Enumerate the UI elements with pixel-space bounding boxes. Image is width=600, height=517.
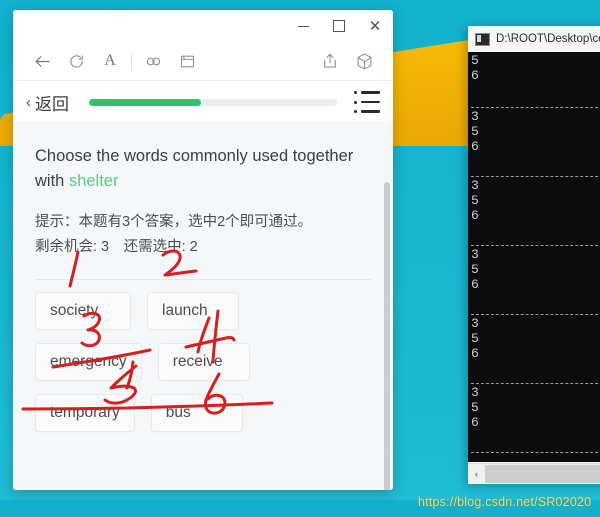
page-content: Choose the words commonly used together … [13, 122, 393, 490]
close-icon: ✕ [368, 17, 382, 35]
menu-row [354, 110, 380, 113]
menu-bar [361, 100, 380, 104]
menu-bar [361, 91, 380, 94]
console-group: 3 5 6 [471, 108, 600, 177]
share-icon[interactable] [313, 46, 347, 76]
console-line: 6 [471, 415, 479, 430]
console-window[interactable]: D:\ROOT\Desktop\code 5 6 3 5 6 3 5 6 3 5… [468, 26, 600, 484]
console-output: 5 6 3 5 6 3 5 6 3 5 6 3 5 6 3 5 6 [468, 52, 600, 462]
maximize-icon [333, 20, 345, 32]
browser-window[interactable]: ✕ A ‹ 返回 Choose the words commonly used … [13, 10, 393, 490]
question-text: Choose the words commonly used together … [35, 144, 371, 194]
question-line-1: Choose the words commonly used together [35, 147, 354, 165]
console-title-text: D:\ROOT\Desktop\code [496, 33, 600, 45]
console-line: 5 [471, 331, 479, 346]
link-icon[interactable] [136, 46, 170, 76]
word-option-society[interactable]: society [35, 291, 131, 330]
console-line: 6 [471, 68, 479, 83]
menu-row [354, 91, 380, 94]
console-line: 5 [471, 193, 479, 208]
word-option-bus[interactable]: bus [150, 393, 243, 432]
console-group: 3 5 6 [471, 384, 600, 453]
menu-dot [354, 110, 357, 113]
hint-line-2: 剩余机会: 3 还需选中: 2 [35, 238, 198, 255]
browser-toolbar[interactable]: A [13, 42, 393, 81]
maximize-button[interactable] [321, 10, 357, 42]
console-line: 5 [471, 124, 479, 139]
question-line-2-prefix: with [35, 171, 69, 190]
console-line: 3 [471, 385, 479, 400]
console-line: 6 [471, 208, 479, 223]
console-line: 6 [471, 346, 479, 361]
console-line: 6 [471, 139, 479, 154]
close-button[interactable]: ✕ [357, 10, 393, 42]
back-icon[interactable] [25, 46, 59, 76]
word-option-receive[interactable]: receive [157, 342, 250, 381]
progress-bar-fill [89, 98, 201, 106]
question-keyword: shelter [68, 171, 119, 190]
word-row: emergency receive [35, 342, 371, 381]
back-link-label: 返回 [35, 94, 69, 114]
browser-titlebar[interactable]: ✕ [13, 10, 393, 42]
word-option-emergency[interactable]: emergency [35, 342, 142, 381]
save-page-icon[interactable] [170, 46, 204, 76]
word-option-launch[interactable]: launch [147, 291, 239, 330]
content-divider [35, 278, 371, 280]
word-row: temporary bus [35, 393, 371, 432]
refresh-icon[interactable] [59, 46, 93, 76]
console-line: 5 [471, 400, 479, 415]
progress-bar [89, 98, 337, 106]
menu-dot [354, 91, 357, 94]
toolbar-divider [131, 52, 132, 70]
console-titlebar[interactable]: D:\ROOT\Desktop\code [468, 26, 600, 52]
scroll-left-arrow-icon[interactable]: ‹ [468, 465, 485, 483]
console-line: 3 [471, 247, 479, 262]
console-line: 6 [471, 277, 479, 292]
console-group: 3 5 6 [471, 246, 600, 315]
word-row: society launch [35, 291, 371, 330]
menu-row [354, 100, 380, 104]
console-horizontal-scrollbar[interactable]: ‹ [468, 463, 600, 484]
page-scrollbar[interactable] [384, 182, 390, 490]
console-group: 5 6 [471, 52, 600, 108]
font-size-icon[interactable]: A [93, 46, 127, 76]
menu-bar [361, 110, 380, 113]
console-line: 5 [471, 53, 479, 68]
console-group: 3 5 6 [471, 177, 600, 246]
page-navbar[interactable]: ‹ 返回 [13, 81, 393, 124]
console-line: 3 [471, 316, 479, 331]
watermark-text: https://blog.csdn.net/SR02020 [418, 495, 592, 509]
back-link[interactable]: ‹ 返回 [26, 90, 69, 115]
hint-line-1: 提示：本题有3个答案，选中2个即可通过。 [35, 213, 313, 230]
console-line: 5 [471, 262, 479, 277]
minimize-icon [297, 25, 309, 27]
console-line: 3 [471, 109, 479, 124]
console-line: 3 [471, 178, 479, 193]
console-app-icon [475, 32, 490, 46]
word-option-temporary[interactable]: temporary [35, 393, 135, 432]
chevron-left-icon: ‹ [26, 93, 31, 111]
menu-icon[interactable] [354, 89, 380, 115]
cube-icon[interactable] [347, 46, 381, 76]
scroll-track[interactable] [485, 465, 600, 483]
menu-dot [354, 100, 357, 104]
minimize-button[interactable] [285, 10, 321, 42]
console-group: 3 5 6 [471, 315, 600, 384]
